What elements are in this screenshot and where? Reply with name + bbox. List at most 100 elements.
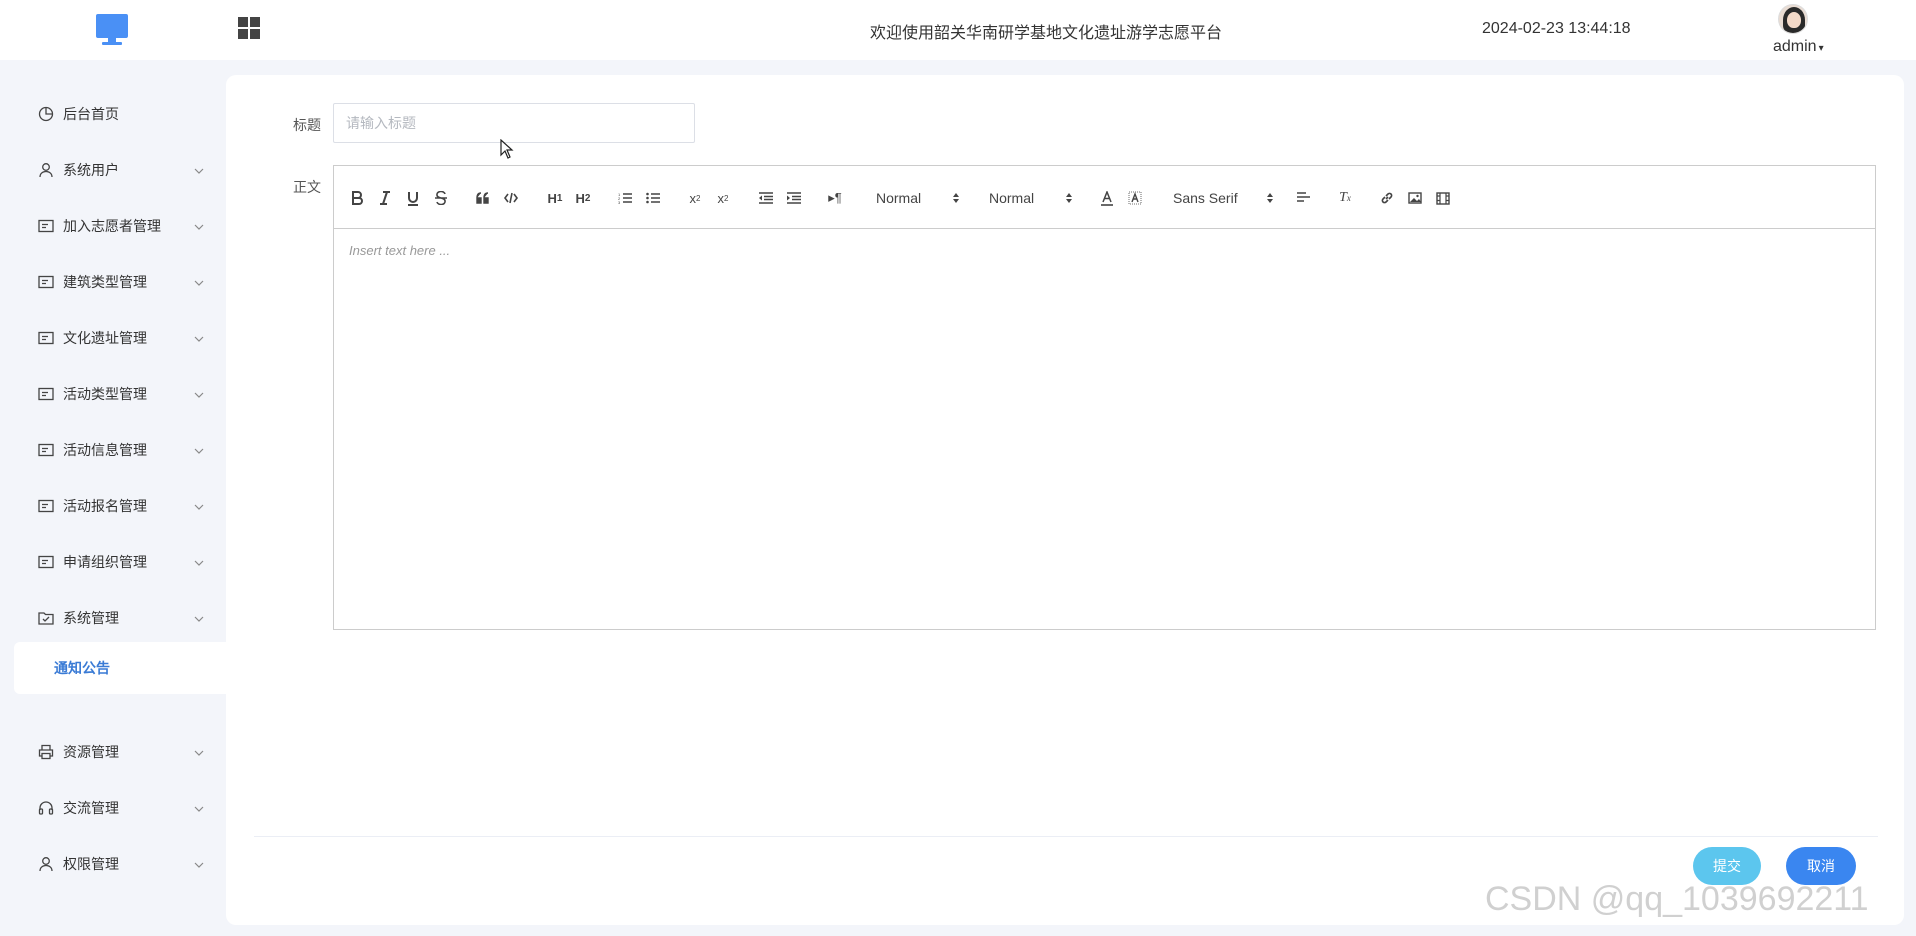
text-color-icon[interactable] <box>1098 187 1116 209</box>
header-picker-label: Normal <box>876 190 922 206</box>
heading1-icon[interactable]: H1 <box>544 187 566 209</box>
username-label: admin <box>1773 38 1817 55</box>
sidebar-item-label: 系统用户 <box>63 162 119 178</box>
sidebar-item-label: 系统管理 <box>63 610 119 626</box>
sidebar-item-label: 建筑类型管理 <box>63 274 147 290</box>
code-block-icon[interactable] <box>502 187 520 209</box>
folder-check-icon <box>38 610 54 626</box>
sidebar-item-label: 交流管理 <box>63 800 119 816</box>
chevron-down-icon <box>193 746 205 758</box>
font-picker[interactable]: Sans Serif <box>1173 187 1274 209</box>
chevron-down-icon <box>193 858 205 870</box>
superscript-icon[interactable]: x2 <box>714 187 732 209</box>
align-left-icon[interactable] <box>1294 187 1312 209</box>
page-title: 欢迎使用韶关华南研学基地文化遗址游学志愿平台 <box>870 25 1223 42</box>
sidebar-item[interactable]: 建筑类型管理 <box>0 254 226 310</box>
heading2-icon[interactable]: H2 <box>572 187 594 209</box>
sidebar-item-label: 加入志愿者管理 <box>63 218 161 234</box>
footer-divider <box>254 836 1878 837</box>
bold-icon[interactable] <box>348 187 366 209</box>
editor-content-area[interactable]: Insert text here ... <box>334 230 1875 629</box>
datetime-display: 2024-02-23 13:44:18 <box>1482 20 1631 37</box>
chevron-down-icon <box>193 612 205 624</box>
sidebar-item[interactable]: 资源管理 <box>0 724 226 780</box>
size-picker-label: Normal <box>989 190 1035 206</box>
card-icon <box>38 498 54 514</box>
header-picker[interactable]: Normal <box>876 187 960 209</box>
card-icon <box>38 218 54 234</box>
sidebar-item[interactable]: 加入志愿者管理 <box>0 198 226 254</box>
outdent-icon[interactable] <box>756 187 774 209</box>
sidebar-item[interactable]: 活动信息管理 <box>0 422 226 478</box>
chevron-down-icon <box>193 220 205 232</box>
size-picker[interactable]: Normal <box>989 187 1073 209</box>
chevron-down-icon: ▾ <box>1818 43 1824 54</box>
card-icon <box>38 274 54 290</box>
card-icon <box>38 442 54 458</box>
mouse-cursor-icon <box>500 139 514 159</box>
sidebar-item[interactable]: 后台首页 <box>0 86 226 142</box>
strikethrough-icon[interactable] <box>432 187 450 209</box>
blockquote-icon[interactable] <box>474 187 492 209</box>
sidebar-item[interactable]: 系统用户 <box>0 142 226 198</box>
sidebar-subitem-notice[interactable]: 通知公告 <box>14 642 226 694</box>
background-color-icon[interactable] <box>1126 187 1144 209</box>
card-icon <box>38 554 54 570</box>
body-label: 正文 <box>293 179 321 195</box>
indent-icon[interactable] <box>784 187 802 209</box>
sidebar-item[interactable]: 系统管理 <box>0 590 226 646</box>
chevron-down-icon <box>193 444 205 456</box>
sidebar-item-label: 活动类型管理 <box>63 386 147 402</box>
grid-icon[interactable] <box>238 17 260 39</box>
chevron-down-icon <box>193 500 205 512</box>
bullet-list-icon[interactable] <box>644 187 662 209</box>
chevron-down-icon <box>193 332 205 344</box>
chevron-down-icon <box>193 556 205 568</box>
avatar[interactable] <box>1778 4 1808 34</box>
card-icon <box>38 386 54 402</box>
editor-placeholder: Insert text here ... <box>349 243 451 258</box>
user-menu[interactable]: admin ▾ <box>1773 38 1824 56</box>
svg-text:3: 3 <box>618 200 621 204</box>
user-icon <box>38 162 54 178</box>
printer-icon <box>38 744 54 760</box>
sidebar-item-label: 活动报名管理 <box>63 498 147 514</box>
sidebar-item[interactable]: 交流管理 <box>0 780 226 836</box>
editor-toolbar: H1 H2 123 x2 x2 ▸¶ Normal Normal Sans Se… <box>334 166 1875 229</box>
subscript-icon[interactable]: x2 <box>686 187 704 209</box>
picker-arrows-icon <box>1267 193 1273 203</box>
sidebar-item-label: 资源管理 <box>63 744 119 760</box>
text-direction-icon[interactable]: ▸¶ <box>826 187 844 209</box>
watermark-text: CSDN @qq_1039692211 <box>1485 880 1869 918</box>
chevron-down-icon <box>193 164 205 176</box>
chevron-down-icon <box>193 276 205 288</box>
sidebar-item[interactable]: 活动报名管理 <box>0 478 226 534</box>
underline-icon[interactable] <box>404 187 422 209</box>
sidebar-item-label: 权限管理 <box>63 856 119 872</box>
sidebar-item[interactable]: 活动类型管理 <box>0 366 226 422</box>
ordered-list-icon[interactable]: 123 <box>616 187 634 209</box>
italic-icon[interactable] <box>376 187 394 209</box>
headset-icon <box>38 800 54 816</box>
chevron-down-icon <box>193 802 205 814</box>
title-label: 标题 <box>293 117 321 133</box>
pie-chart-icon <box>38 106 54 122</box>
sidebar-item[interactable]: 权限管理 <box>0 836 226 892</box>
sidebar-item-label: 活动信息管理 <box>63 442 147 458</box>
user-icon <box>38 856 54 872</box>
image-icon[interactable] <box>1406 187 1424 209</box>
sidebar-item[interactable]: 文化遗址管理 <box>0 310 226 366</box>
font-picker-label: Sans Serif <box>1173 190 1238 206</box>
sidebar-item-label: 申请组织管理 <box>63 554 147 570</box>
link-icon[interactable] <box>1378 187 1396 209</box>
picker-arrows-icon <box>953 193 959 203</box>
clear-format-icon[interactable]: Tx <box>1336 187 1354 209</box>
rich-text-editor: H1 H2 123 x2 x2 ▸¶ Normal Normal Sans Se… <box>333 165 1876 630</box>
top-header: 欢迎使用韶关华南研学基地文化遗址游学志愿平台 2024-02-23 13:44:… <box>0 0 1916 60</box>
video-icon[interactable] <box>1434 187 1452 209</box>
sidebar-item-label: 文化遗址管理 <box>63 330 147 346</box>
title-input[interactable] <box>333 103 695 143</box>
sidebar-item[interactable]: 申请组织管理 <box>0 534 226 590</box>
sidebar-subitem-label: 通知公告 <box>54 660 110 676</box>
chevron-down-icon <box>193 388 205 400</box>
